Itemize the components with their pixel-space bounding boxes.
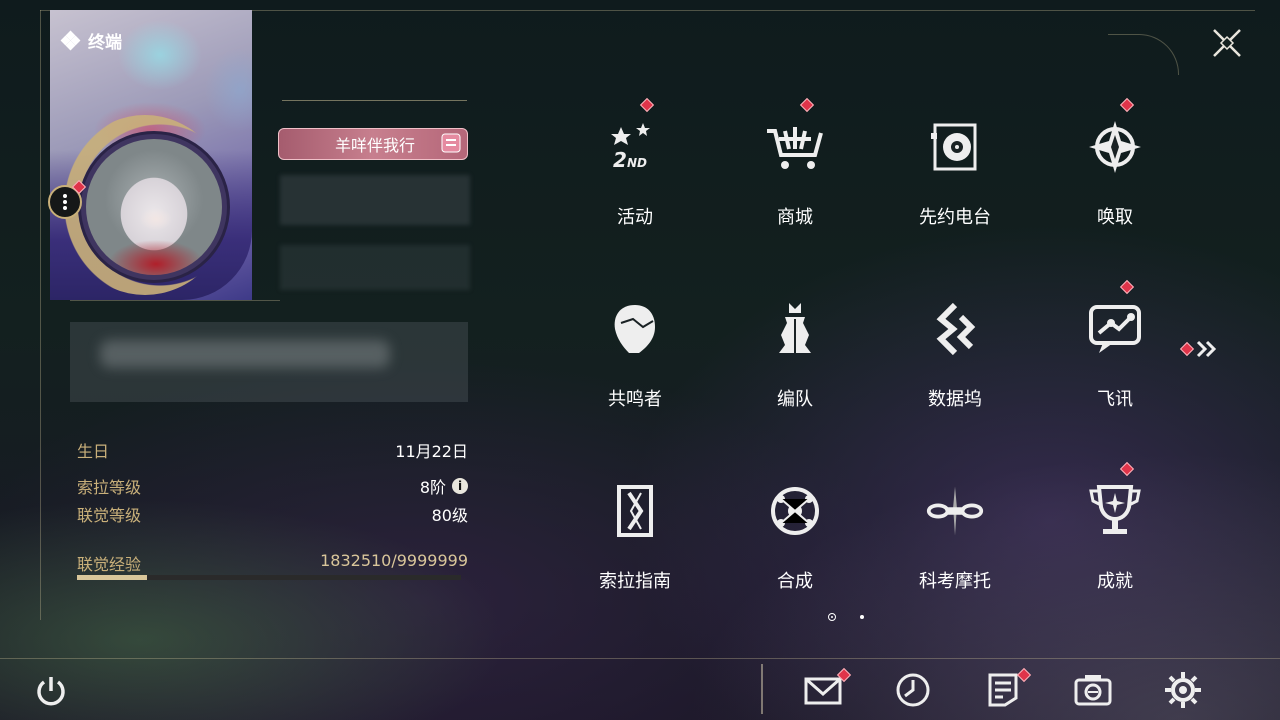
frame-corner-curve	[1108, 34, 1179, 75]
message-icon	[1085, 299, 1145, 359]
menu-label: 飞讯	[1097, 389, 1133, 410]
menu-label: 索拉指南	[599, 571, 671, 592]
shop-cart-icon	[765, 117, 825, 177]
menu-label: 商城	[777, 207, 813, 228]
name-divider	[282, 100, 467, 101]
terminal-title: 终端	[60, 28, 122, 53]
name-card-book-icon	[438, 130, 464, 156]
birthday-label: 生日	[77, 442, 110, 461]
menu-item-synthesis[interactable]: 合成	[715, 467, 875, 627]
menu-label: 活动	[617, 207, 653, 228]
uid-redacted	[280, 245, 470, 290]
union-exp-label: 联觉经验	[77, 555, 142, 574]
notification-badge	[1119, 97, 1135, 113]
page-dot-active[interactable]	[828, 613, 836, 621]
menu-item-message[interactable]: 飞讯	[1035, 279, 1195, 445]
union-exp-progress-bar	[77, 575, 148, 580]
menu-item-data-bank[interactable]: 数据坞	[875, 285, 1035, 445]
signature-redacted	[280, 175, 470, 225]
avatar[interactable]	[86, 139, 222, 275]
radio-icon	[925, 117, 985, 177]
frame-left-line	[40, 10, 41, 620]
avatar-divider	[70, 300, 280, 301]
menu-label: 共鸣者	[608, 389, 662, 410]
notification-badge	[799, 97, 815, 113]
svg-text:ND: ND	[627, 156, 647, 170]
menu-label: 数据坞	[928, 389, 982, 410]
power-icon[interactable]	[34, 674, 68, 708]
page-indicator	[828, 613, 864, 621]
menu-item-resonator[interactable]: 共鸣者	[555, 285, 715, 445]
more-dots-icon	[63, 193, 67, 211]
event-icon: 2 ND	[605, 117, 665, 177]
menu-label: 合成	[777, 571, 813, 592]
next-page-badge	[1179, 341, 1195, 357]
notification-badge	[1119, 461, 1135, 477]
page-dot[interactable]	[860, 615, 864, 619]
menu-item-team[interactable]: 编队	[715, 285, 875, 445]
trophy-icon	[1085, 481, 1145, 541]
player-name: 羊咩伴我行	[335, 136, 416, 155]
sola-level-value-row: 8阶 i	[420, 474, 468, 498]
svg-text:2: 2	[613, 148, 627, 172]
terminal-icon	[60, 30, 81, 50]
menu-item-shop[interactable]: 商城	[715, 97, 875, 263]
menu-label: 先约电台	[919, 207, 991, 228]
menu-item-achievement[interactable]: 成就	[1035, 461, 1195, 627]
bio-redacted	[70, 322, 468, 402]
synthesis-icon	[765, 481, 825, 541]
sola-level-value: 8阶	[419, 478, 446, 497]
guidebook-icon	[605, 481, 665, 541]
menu-item-guidebook[interactable]: 索拉指南	[555, 467, 715, 627]
close-icon[interactable]	[1210, 26, 1244, 60]
data-bank-icon	[925, 299, 985, 359]
union-exp-value: 1832510/9999999	[320, 551, 468, 570]
menu-item-radio[interactable]: 先约电台	[875, 103, 1035, 263]
resonator-icon	[605, 299, 665, 359]
birthday-value: 11月22日	[395, 442, 468, 461]
team-icon	[765, 299, 825, 359]
convene-icon	[1085, 117, 1145, 177]
double-chevron-right-icon	[1196, 340, 1217, 358]
notification-badge	[1119, 279, 1135, 295]
info-icon[interactable]: i	[452, 478, 468, 494]
bottom-bar-separator	[761, 664, 763, 714]
next-page-button[interactable]	[1179, 340, 1218, 358]
bottom-bar-divider	[0, 658, 1280, 659]
notification-badge	[639, 97, 655, 113]
menu-label: 成就	[1097, 571, 1133, 592]
clock-icon[interactable]	[893, 670, 933, 710]
motorcycle-icon	[925, 481, 985, 541]
union-level-label: 联觉等级	[77, 506, 142, 525]
menu-item-motorcycle[interactable]: 科考摩托	[875, 467, 1035, 627]
menu-item-convene[interactable]: 唤取	[1035, 97, 1195, 263]
union-level-value: 80级	[431, 506, 468, 525]
camera-icon[interactable]	[1073, 670, 1113, 710]
menu-label: 编队	[777, 389, 813, 410]
terminal-title-text: 终端	[88, 33, 122, 53]
settings-gear-icon[interactable]	[1163, 670, 1203, 710]
menu-item-event[interactable]: 2 ND 活动	[555, 97, 715, 263]
sola-level-label: 索拉等级	[77, 478, 142, 497]
menu-label: 科考摩托	[919, 571, 991, 592]
menu-label: 唤取	[1097, 207, 1133, 228]
